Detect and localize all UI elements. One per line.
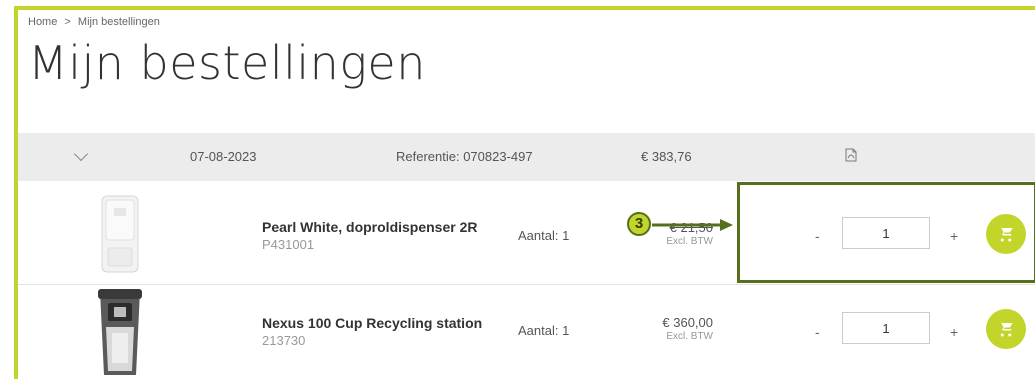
breadcrumb-separator: >	[64, 16, 71, 28]
breadcrumb-current: Mijn bestellingen	[77, 16, 160, 28]
quantity-label: Aantal: 1	[518, 323, 570, 338]
order-item-row: Nexus 100 Cup Recycling station 213730 A…	[18, 287, 1035, 379]
excl-btw-label: Excl. BTW	[666, 236, 713, 247]
page-title: Mijn bestellingen	[28, 36, 426, 90]
order-date: 07-08-2023	[190, 149, 257, 164]
product-image-dispenser	[101, 195, 139, 273]
chevron-down-icon[interactable]	[73, 146, 89, 162]
order-total: € 383,76	[641, 149, 692, 164]
product-sku: 213730	[262, 333, 306, 348]
step-badge: 3	[627, 212, 651, 236]
add-to-cart-button[interactable]	[986, 309, 1026, 349]
breadcrumb-home[interactable]: Home	[28, 16, 57, 28]
excl-btw-label: Excl. BTW	[666, 331, 713, 342]
price: € 360,00	[662, 315, 713, 330]
product-image-recycling-station	[98, 289, 142, 375]
order-reference: Referentie: 070823-497	[396, 149, 533, 164]
product-name[interactable]: Pearl White, doproldispenser 2R	[262, 219, 478, 235]
product-sku: P431001	[262, 237, 315, 252]
breadcrumb: Home > Mijn bestellingen	[28, 16, 164, 28]
product-name[interactable]: Nexus 100 Cup Recycling station	[262, 315, 482, 331]
cart-icon	[998, 321, 1013, 337]
increase-quantity-button[interactable]: +	[950, 324, 958, 340]
arrow-right-icon	[652, 219, 733, 231]
quantity-label: Aantal: 1	[518, 228, 570, 243]
highlight-box	[737, 182, 1035, 283]
order-header[interactable]: 07-08-2023 Referentie: 070823-497 € 383,…	[18, 133, 1035, 181]
decrease-quantity-button[interactable]: -	[815, 324, 820, 340]
quantity-input[interactable]	[842, 312, 930, 344]
pdf-icon[interactable]	[845, 148, 857, 162]
